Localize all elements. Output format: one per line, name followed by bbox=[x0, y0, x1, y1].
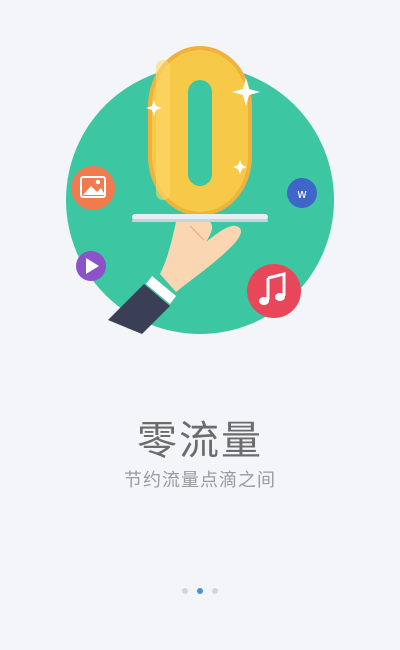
svg-text:w: w bbox=[297, 187, 307, 201]
zero-digit-graphic bbox=[148, 46, 252, 216]
play-icon bbox=[76, 251, 106, 281]
feature-subtitle: 节约流量点滴之间 bbox=[124, 470, 276, 491]
image-icon bbox=[71, 166, 115, 210]
word-doc-icon: w bbox=[287, 178, 317, 208]
music-note-icon bbox=[247, 264, 301, 318]
zero-traffic-illustration: w bbox=[66, 46, 334, 334]
page-dot-1[interactable] bbox=[182, 588, 188, 594]
serving-tray bbox=[132, 214, 268, 222]
page-dot-3[interactable] bbox=[212, 588, 218, 594]
feature-title: 零流量 bbox=[137, 418, 263, 464]
onboarding-screen: w 零流量 节约流量点滴之间 bbox=[0, 0, 400, 650]
page-dot-2[interactable] bbox=[197, 588, 203, 594]
page-indicator bbox=[0, 588, 400, 594]
